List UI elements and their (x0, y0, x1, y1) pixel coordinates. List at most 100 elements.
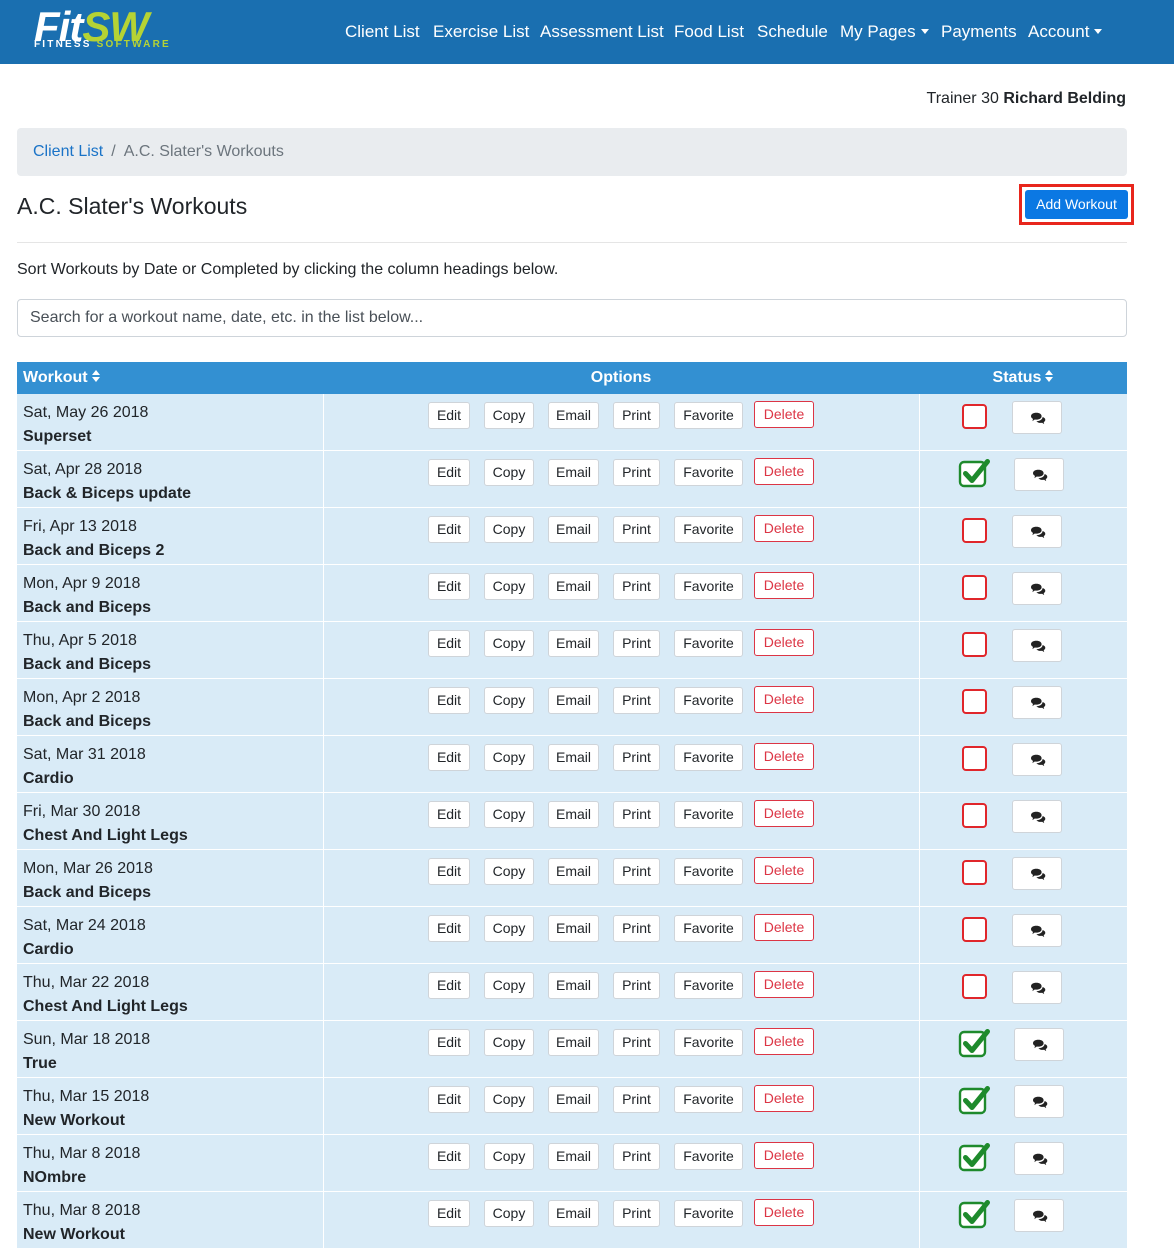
favorite-button[interactable]: Favorite (674, 744, 743, 771)
copy-button[interactable]: Copy (484, 858, 534, 885)
favorite-button[interactable]: Favorite (674, 573, 743, 600)
delete-button[interactable]: Delete (754, 629, 814, 656)
workout-name[interactable]: New Workout (23, 1111, 125, 1131)
delete-button[interactable]: Delete (754, 1142, 814, 1169)
comment-button[interactable] (1012, 572, 1062, 605)
nav-account[interactable]: Account (1028, 19, 1103, 45)
comment-button[interactable] (1012, 629, 1062, 662)
workout-name[interactable]: Chest And Light Legs (23, 826, 188, 846)
workout-date[interactable]: Thu, Mar 8 2018 (23, 1144, 140, 1164)
favorite-button[interactable]: Favorite (674, 801, 743, 828)
print-button[interactable]: Print (613, 1200, 660, 1227)
copy-button[interactable]: Copy (484, 744, 534, 771)
checkbox-checked-icon[interactable] (958, 1085, 990, 1115)
edit-button[interactable]: Edit (428, 1029, 470, 1056)
print-button[interactable]: Print (613, 687, 660, 714)
workout-date[interactable]: Sat, May 26 2018 (23, 403, 148, 423)
nav-payments[interactable]: Payments (941, 19, 1017, 45)
copy-button[interactable]: Copy (484, 402, 534, 429)
edit-button[interactable]: Edit (428, 687, 470, 714)
workout-name[interactable]: New Workout (23, 1225, 125, 1245)
workout-date[interactable]: Sat, Mar 24 2018 (23, 916, 146, 936)
delete-button[interactable]: Delete (754, 971, 814, 998)
copy-button[interactable]: Copy (484, 972, 534, 999)
workout-name[interactable]: NOmbre (23, 1168, 86, 1188)
email-button[interactable]: Email (548, 858, 599, 885)
comment-button[interactable] (1012, 515, 1062, 548)
favorite-button[interactable]: Favorite (674, 915, 743, 942)
workout-date[interactable]: Fri, Apr 13 2018 (23, 517, 137, 537)
workout-date[interactable]: Sun, Mar 18 2018 (23, 1030, 150, 1050)
edit-button[interactable]: Edit (428, 1143, 470, 1170)
favorite-button[interactable]: Favorite (674, 687, 743, 714)
workout-name[interactable]: Back & Biceps update (23, 484, 191, 504)
email-button[interactable]: Email (548, 744, 599, 771)
delete-button[interactable]: Delete (754, 401, 814, 428)
favorite-button[interactable]: Favorite (674, 1200, 743, 1227)
email-button[interactable]: Email (548, 1029, 599, 1056)
print-button[interactable]: Print (613, 1029, 660, 1056)
workout-date[interactable]: Thu, Apr 5 2018 (23, 631, 137, 651)
checkbox-empty-icon[interactable] (962, 746, 987, 771)
email-button[interactable]: Email (548, 1200, 599, 1227)
checkbox-empty-icon[interactable] (962, 404, 987, 429)
print-button[interactable]: Print (613, 402, 660, 429)
favorite-button[interactable]: Favorite (674, 516, 743, 543)
workout-date[interactable]: Thu, Mar 22 2018 (23, 973, 149, 993)
comment-button[interactable] (1012, 686, 1062, 719)
edit-button[interactable]: Edit (428, 801, 470, 828)
edit-button[interactable]: Edit (428, 1086, 470, 1113)
favorite-button[interactable]: Favorite (674, 858, 743, 885)
delete-button[interactable]: Delete (754, 914, 814, 941)
print-button[interactable]: Print (613, 573, 660, 600)
comment-button[interactable] (1012, 857, 1062, 890)
favorite-button[interactable]: Favorite (674, 972, 743, 999)
favorite-button[interactable]: Favorite (674, 1143, 743, 1170)
email-button[interactable]: Email (548, 402, 599, 429)
checkbox-empty-icon[interactable] (962, 632, 987, 657)
workout-date[interactable]: Thu, Mar 8 2018 (23, 1201, 140, 1221)
delete-button[interactable]: Delete (754, 686, 814, 713)
print-button[interactable]: Print (613, 516, 660, 543)
workout-name[interactable]: Chest And Light Legs (23, 997, 188, 1017)
edit-button[interactable]: Edit (428, 915, 470, 942)
email-button[interactable]: Email (548, 801, 599, 828)
copy-button[interactable]: Copy (484, 1029, 534, 1056)
favorite-button[interactable]: Favorite (674, 630, 743, 657)
edit-button[interactable]: Edit (428, 459, 470, 486)
checkbox-checked-icon[interactable] (958, 1142, 990, 1172)
favorite-button[interactable]: Favorite (674, 402, 743, 429)
breadcrumb-client-list-link[interactable]: Client List (33, 143, 103, 160)
delete-button[interactable]: Delete (754, 857, 814, 884)
nav-schedule[interactable]: Schedule (757, 19, 828, 45)
delete-button[interactable]: Delete (754, 800, 814, 827)
copy-button[interactable]: Copy (484, 915, 534, 942)
edit-button[interactable]: Edit (428, 630, 470, 657)
workout-date[interactable]: Sat, Apr 28 2018 (23, 460, 142, 480)
email-button[interactable]: Email (548, 516, 599, 543)
checkbox-checked-icon[interactable] (958, 458, 990, 488)
edit-button[interactable]: Edit (428, 516, 470, 543)
workout-date[interactable]: Mon, Apr 2 2018 (23, 688, 140, 708)
edit-button[interactable]: Edit (428, 972, 470, 999)
print-button[interactable]: Print (613, 630, 660, 657)
checkbox-empty-icon[interactable] (962, 575, 987, 600)
email-button[interactable]: Email (548, 1086, 599, 1113)
nav-food-list[interactable]: Food List (674, 19, 744, 45)
print-button[interactable]: Print (613, 858, 660, 885)
edit-button[interactable]: Edit (428, 573, 470, 600)
edit-button[interactable]: Edit (428, 858, 470, 885)
delete-button[interactable]: Delete (754, 743, 814, 770)
checkbox-checked-icon[interactable] (958, 1028, 990, 1058)
nav-client-list[interactable]: Client List (345, 19, 420, 45)
edit-button[interactable]: Edit (428, 1200, 470, 1227)
print-button[interactable]: Print (613, 1086, 660, 1113)
comment-button[interactable] (1014, 1085, 1064, 1118)
email-button[interactable]: Email (548, 630, 599, 657)
copy-button[interactable]: Copy (484, 687, 534, 714)
print-button[interactable]: Print (613, 459, 660, 486)
workout-name[interactable]: Back and Biceps (23, 712, 151, 732)
comment-button[interactable] (1012, 800, 1062, 833)
favorite-button[interactable]: Favorite (674, 1029, 743, 1056)
delete-button[interactable]: Delete (754, 1085, 814, 1112)
